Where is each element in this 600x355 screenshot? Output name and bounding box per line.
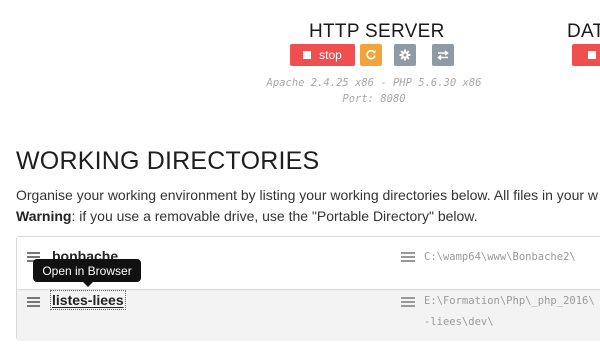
section-description: Organise your working environment by lis… — [16, 185, 598, 227]
swap-icon — [437, 50, 449, 61]
port-text: Port: 8080 — [342, 93, 406, 105]
list-icon — [401, 297, 415, 308]
warning-label: Warning — [16, 208, 72, 224]
stop-icon — [303, 51, 312, 59]
list-item[interactable]: listes-liees E:\Formation\Php\_php_2016\… — [17, 289, 600, 341]
version-text: Apache 2.4.25 x86 - PHP 5.6.30 x86 — [266, 77, 482, 89]
http-settings-button[interactable] — [394, 44, 416, 66]
path-line-2: -liees\dev\ — [424, 316, 494, 328]
warning-line: Warning: if you use a removable drive, u… — [16, 206, 598, 227]
directory-path: E:\Formation\Php\_php_2016\ -liees\dev\ — [424, 291, 595, 333]
gear-icon — [399, 49, 411, 61]
drag-handle-icon[interactable] — [27, 297, 40, 307]
directory-path: C:\wamp64\www\Bonbache2\ — [424, 251, 576, 263]
directory-list: bonbache C:\wamp64\www\Bonbache2\ listes… — [16, 236, 600, 341]
directory-name[interactable]: listes-liees — [50, 290, 126, 310]
path-line-1: E:\Formation\Php\_php_2016\ — [424, 295, 595, 307]
refresh-icon — [366, 49, 376, 60]
http-stop-button[interactable]: stop — [290, 44, 355, 66]
http-server-title: HTTP SERVER — [309, 21, 445, 42]
description-text: Organise your working environment by lis… — [16, 187, 599, 203]
list-icon — [401, 252, 415, 263]
warning-text: : if you use a removable drive, use the … — [71, 208, 478, 224]
stop-icon — [588, 51, 596, 59]
open-in-browser-tooltip: Open in Browser — [33, 259, 141, 287]
http-version-info: Apache 2.4.25 x86 - PHP 5.6.30 x86 Port:… — [259, 75, 489, 107]
database-server-title: DAT — [567, 21, 600, 42]
section-title: WORKING DIRECTORIES — [16, 147, 320, 175]
http-switch-button[interactable] — [432, 44, 454, 66]
stop-label: stop — [319, 48, 342, 62]
http-restart-button[interactable] — [360, 44, 382, 66]
database-stop-button[interactable] — [572, 44, 600, 66]
